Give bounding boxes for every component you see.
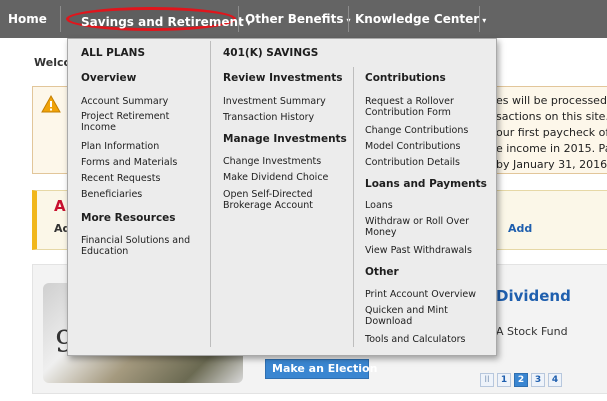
top-nav-bar: Home Savings and Retirement ▾ Other Benef… — [0, 0, 607, 38]
welcome-heading: Welco — [34, 56, 72, 69]
menu-item-open-brokerage-account[interactable]: Open Self-Directed Brokerage Account — [223, 189, 348, 211]
review-investments-heading: Review Investments — [223, 72, 343, 84]
page-3-button[interactable]: 3 — [531, 373, 545, 387]
warning-icon — [41, 95, 61, 113]
menu-item-print-account-overview[interactable]: Print Account Overview — [365, 289, 476, 300]
alert-line: sactions on this site. — [496, 110, 607, 123]
menu-item-contribution-details[interactable]: Contribution Details — [365, 157, 460, 168]
alert-line: e income in 2015. Pa — [496, 142, 607, 155]
more-resources-heading: More Resources — [81, 212, 176, 224]
menu-item-investment-summary[interactable]: Investment Summary — [223, 96, 326, 107]
401k-savings-heading: 401(K) SAVINGS — [223, 47, 319, 59]
menu-item-tools-and-calculators[interactable]: Tools and Calculators — [365, 334, 466, 345]
menu-item-change-contributions[interactable]: Change Contributions — [365, 125, 468, 136]
make-election-button[interactable]: Make an Election — [265, 359, 377, 379]
alert-text: es will be processed. sactions on this s… — [496, 93, 607, 173]
add-link[interactable]: Add — [508, 222, 532, 235]
overview-heading: Overview — [81, 72, 137, 84]
promo-subtitle: A Stock Fund — [496, 325, 568, 338]
menu-item-view-past-withdrawals[interactable]: View Past Withdrawals — [365, 245, 472, 256]
menu-item-request-rollover-form[interactable]: Request a Rollover Contribution Form — [365, 96, 493, 118]
carousel-pager: II 1 2 3 4 — [480, 373, 565, 392]
nav-other-benefits[interactable]: Other Benefits▾ — [245, 0, 350, 38]
nav-divider — [60, 6, 61, 32]
menu-item-forms-and-materials[interactable]: Forms and Materials — [81, 157, 177, 168]
nav-divider — [238, 6, 239, 32]
chevron-down-icon: ▾ — [482, 16, 487, 25]
promo-title: Dividend — [496, 287, 571, 305]
column-divider — [210, 41, 211, 347]
page-1-button[interactable]: 1 — [497, 373, 511, 387]
nav-divider — [479, 6, 480, 32]
menu-item-account-summary[interactable]: Account Summary — [81, 96, 168, 107]
nav-savings-label: Savings and Retirement — [81, 15, 244, 29]
nav-knowledge-label: Knowledge Center — [355, 12, 480, 26]
menu-item-withdraw-or-roll-over[interactable]: Withdraw or Roll Over Money — [365, 216, 493, 238]
alert-line: our first paycheck of — [496, 126, 607, 139]
menu-item-project-retirement-income[interactable]: Project Retirement Income — [81, 111, 206, 133]
column-divider — [353, 67, 354, 347]
nav-home[interactable]: Home — [8, 0, 47, 38]
nav-savings-and-retirement[interactable]: Savings and Retirement ▾ — [66, 7, 251, 31]
other-heading: Other — [365, 266, 399, 278]
alert-line: es will be processed. — [496, 94, 607, 107]
pause-button[interactable]: II — [480, 373, 494, 387]
all-plans-heading: ALL PLANS — [81, 47, 146, 59]
alert-line: by January 31, 2016 — [496, 158, 607, 171]
menu-item-make-dividend-choice[interactable]: Make Dividend Choice — [223, 172, 328, 183]
action-box-title: A — [54, 197, 66, 215]
menu-item-financial-solutions[interactable]: Financial Solutions and Education — [81, 235, 206, 257]
menu-item-model-contributions[interactable]: Model Contributions — [365, 141, 460, 152]
nav-other-label: Other Benefits — [245, 12, 344, 26]
loans-and-payments-heading: Loans and Payments — [365, 178, 487, 190]
contributions-heading: Contributions — [365, 72, 446, 84]
menu-item-quicken-mint-download[interactable]: Quicken and Mint Download — [365, 305, 493, 327]
menu-item-plan-information[interactable]: Plan Information — [81, 141, 159, 152]
page-4-button[interactable]: 4 — [548, 373, 562, 387]
nav-divider — [348, 6, 349, 32]
menu-item-change-investments[interactable]: Change Investments — [223, 156, 321, 167]
menu-item-recent-requests[interactable]: Recent Requests — [81, 173, 160, 184]
menu-item-beneficiaries[interactable]: Beneficiaries — [81, 189, 142, 200]
menu-item-transaction-history[interactable]: Transaction History — [223, 112, 314, 123]
nav-knowledge-center[interactable]: Knowledge Center ▾ — [355, 0, 486, 38]
page-2-button[interactable]: 2 — [514, 373, 528, 387]
menu-item-loans[interactable]: Loans — [365, 200, 393, 211]
manage-investments-heading: Manage Investments — [223, 133, 347, 145]
savings-mega-menu: ALL PLANS Overview Account Summary Proje… — [67, 38, 497, 356]
